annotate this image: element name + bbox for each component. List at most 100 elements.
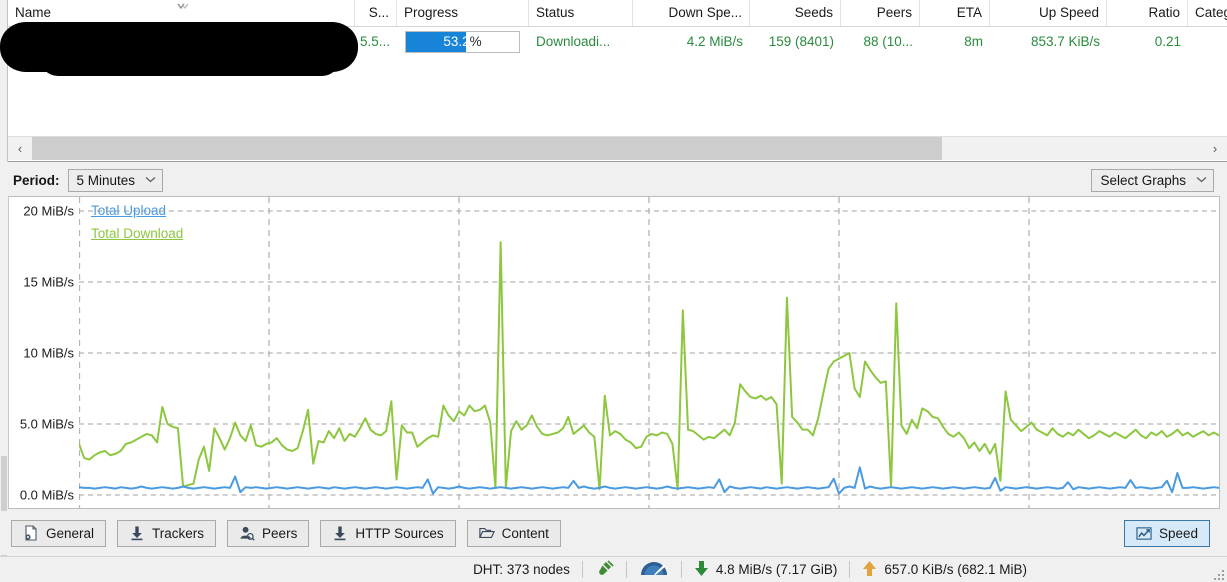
column-header-label: Ratio: [1148, 5, 1180, 20]
cell-down-speed: 4.2 MiB/s: [686, 34, 743, 49]
status-divider: [581, 561, 583, 578]
tab-http-sources[interactable]: HTTP Sources: [320, 519, 456, 547]
chart-plot-area[interactable]: Total Upload Total Download: [79, 197, 1219, 508]
legend-item-total-upload[interactable]: Total Upload: [91, 203, 183, 218]
connection-status-button[interactable]: [595, 559, 614, 580]
download-pin-icon: [129, 525, 145, 541]
upload-speed-status: 657.0 KiB/s (682.1 MiB): [862, 560, 1027, 580]
graph-toolbar: Period: 5 Minutes Select Graphs: [0, 163, 1227, 197]
torrent-list-panel: Name S... Progress Status Down Spe... Seeds Pe…: [0, 0, 1227, 162]
person-search-icon: [239, 525, 255, 541]
period-select-value: 5 Minutes: [76, 172, 136, 188]
cell-status: Downloadi...: [536, 34, 611, 49]
list-horizontal-scrollbar[interactable]: ‹ ›: [8, 136, 1227, 160]
y-axis-tick-label: 5.0 MiB/s: [19, 416, 74, 432]
column-header-label: S...: [368, 5, 389, 20]
chart-series-total-upload: [79, 466, 1219, 495]
scroll-left-button[interactable]: ‹: [8, 137, 32, 160]
detail-tab-bar: General Trackers Peers HTTP Sources Content S…: [0, 511, 1227, 555]
cell-size: 5.5...: [359, 34, 390, 49]
column-header-seeds[interactable]: Seeds: [750, 0, 841, 26]
resize-grip[interactable]: [1211, 567, 1224, 580]
status-divider: [849, 561, 851, 578]
select-graphs-dropdown[interactable]: Select Graphs: [1091, 168, 1214, 192]
chart-y-axis-labels: 20 MiB/s 15 MiB/s 10 MiB/s 5.0 MiB/s 0.0 MiB…: [9, 197, 79, 508]
column-header-categ[interactable]: Categ: [1188, 0, 1227, 26]
column-header-label: Name: [15, 5, 52, 20]
cell-up-speed: 853.7 KiB/s: [1030, 34, 1100, 49]
column-header-label: Seeds: [794, 5, 833, 20]
list-vertical-scrollbar[interactable]: [0, 0, 8, 162]
chart-legend: Total Upload Total Download: [91, 203, 183, 249]
redacted-torrent-name: [0, 22, 358, 76]
sort-indicator-chevron-down-icon[interactable]: [177, 2, 189, 10]
speed-graph-panel: 20 MiB/s 15 MiB/s 10 MiB/s 5.0 MiB/s 0.0 MiB…: [8, 196, 1220, 509]
tab-label: General: [46, 525, 95, 541]
chevron-down-icon: [145, 174, 156, 186]
period-select[interactable]: 5 Minutes: [67, 168, 164, 192]
column-header-label: Status: [536, 5, 575, 20]
tab-label: Peers: [262, 525, 298, 541]
column-header-label: Progress: [404, 5, 459, 20]
scrollbar-track[interactable]: [32, 137, 1203, 160]
download-speed-status: 4.8 MiB/s (7.17 GiB): [694, 560, 838, 580]
chart-line-icon: [1136, 525, 1152, 541]
download-speed-text: 4.8 MiB/s (7.17 GiB): [715, 562, 838, 577]
torrent-client-window: Name S... Progress Status Down Spe... Seeds Pe…: [0, 0, 1227, 582]
plug-icon: [595, 559, 614, 580]
column-header-up-speed[interactable]: Up Speed: [990, 0, 1107, 26]
column-header-status[interactable]: Status: [529, 0, 633, 26]
select-graphs-value: Select Graphs: [1100, 172, 1186, 188]
tab-label: HTTP Sources: [355, 525, 444, 541]
legend-item-total-download[interactable]: Total Download: [91, 226, 183, 241]
dht-status: DHT: 373 nodes: [473, 562, 570, 577]
column-header-ratio[interactable]: Ratio: [1107, 0, 1188, 26]
upload-speed-text: 657.0 KiB/s (682.1 MiB): [884, 562, 1027, 577]
y-axis-tick-label: 20 MiB/s: [23, 203, 74, 219]
tab-general[interactable]: General: [11, 519, 107, 547]
column-header-progress[interactable]: Progress: [397, 0, 529, 26]
cell-seeds: 159 (8401): [768, 34, 834, 49]
column-header-s[interactable]: S...: [355, 0, 397, 26]
column-header-label: Categ: [1195, 5, 1227, 20]
y-axis-tick-label: 0.0 MiB/s: [19, 487, 74, 503]
cell-category: [1188, 27, 1227, 56]
tab-label: Trackers: [152, 525, 205, 541]
cell-eta: 8m: [964, 34, 983, 49]
speedometer-icon: [639, 559, 669, 580]
column-header-label: Peers: [876, 5, 912, 20]
column-header-down-spe[interactable]: Down Spe...: [633, 0, 750, 26]
period-label: Period:: [13, 172, 60, 188]
arrow-up-icon: [862, 560, 877, 580]
column-header-label: Up Speed: [1038, 5, 1099, 20]
column-header-peers[interactable]: Peers: [841, 0, 920, 26]
y-axis-tick-label: 15 MiB/s: [23, 274, 74, 290]
cell-ratio: 0.21: [1154, 34, 1181, 49]
tab-label: Speed: [1158, 525, 1198, 541]
scrollbar-thumb[interactable]: [32, 137, 942, 160]
y-axis-tick-label: 10 MiB/s: [23, 345, 74, 361]
cell-peers: 88 (10...: [863, 34, 913, 49]
scroll-right-button[interactable]: ›: [1203, 137, 1227, 160]
tab-speed[interactable]: Speed: [1123, 519, 1210, 547]
folder-icon: [478, 525, 495, 541]
cell-progress: 53.2%: [397, 27, 529, 56]
chevron-down-icon: [1196, 174, 1207, 186]
status-bar: DHT: 373 nodes 4.8 MiB/s (7.17 GiB) 657.…: [0, 556, 1227, 582]
column-header-eta[interactable]: ETA: [920, 0, 990, 26]
dht-label: DHT: 373 nodes: [473, 562, 570, 577]
arrow-down-icon: [694, 560, 709, 580]
download-pin-icon: [332, 525, 348, 541]
document-gear-icon: [23, 525, 39, 541]
chart-vertical-scrollbar[interactable]: [0, 196, 8, 566]
status-divider: [680, 561, 682, 578]
tab-content[interactable]: Content: [466, 519, 561, 547]
column-header-label: ETA: [956, 5, 982, 20]
speed-limit-button[interactable]: [639, 559, 669, 580]
tab-peers[interactable]: Peers: [227, 519, 310, 547]
progress-bar: 53.2%: [405, 30, 520, 53]
chart-svg: [79, 197, 1219, 508]
tab-trackers[interactable]: Trackers: [117, 519, 217, 547]
column-header-label: Down Spe...: [668, 5, 742, 20]
progress-bar-label: 53.2%: [443, 34, 482, 49]
